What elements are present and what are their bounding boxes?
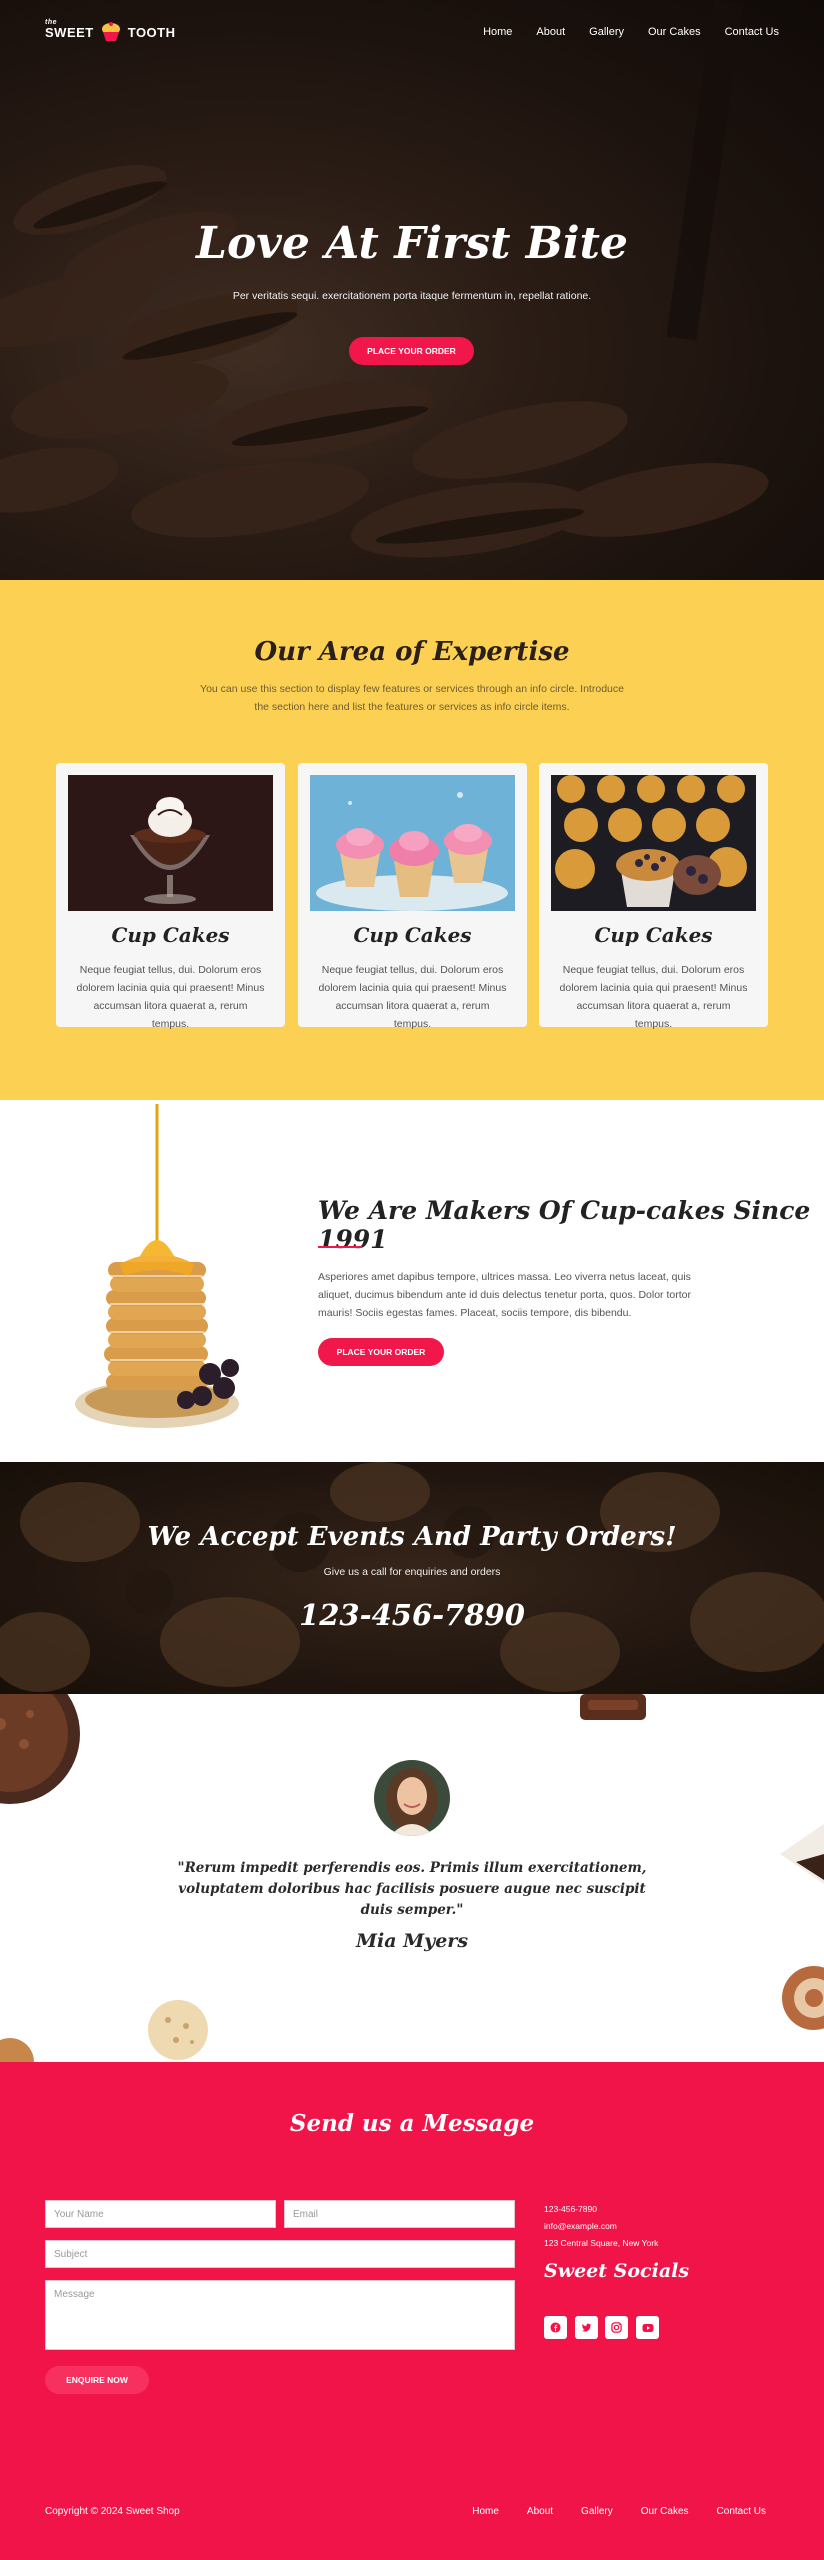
contact-section: Send us a Message Your Name Email Subjec… (0, 2062, 824, 2560)
expertise-section: Our Area of Expertise You can use this s… (0, 580, 824, 1100)
hero-order-button[interactable]: PLACE YOUR ORDER (349, 337, 474, 365)
events-section: We Accept Events And Party Orders! Give … (0, 1462, 824, 1694)
footer-nav-contact-us[interactable]: Contact Us (717, 2506, 766, 2517)
decorative-roll-cake-image (782, 1966, 824, 2030)
footer-copyright: Copyright © 2024 Sweet Shop (45, 2506, 180, 2517)
makers-title: We Are Makers Of Cup-cakes Since 1991 (318, 1196, 811, 1254)
card-title: Cup Cakes (594, 923, 713, 947)
card-title: Cup Cakes (111, 923, 230, 947)
logo-text-left: SWEET (45, 24, 94, 40)
card-image-chocolate-dessert (68, 775, 273, 911)
enquire-button[interactable]: ENQUIRE NOW (45, 2366, 149, 2394)
site-logo[interactable]: the SWEET TOOTH (45, 19, 176, 42)
contact-phone[interactable]: 123-456-7890 (544, 2204, 597, 2214)
footer-nav-our-cakes[interactable]: Our Cakes (641, 2506, 689, 2517)
card-image-blueberry-muffins (551, 775, 756, 911)
contact-email[interactable]: info@example.com (544, 2221, 617, 2231)
expertise-card: Cup Cakes Neque feugiat tellus, dui. Dol… (539, 763, 768, 1030)
hero-subtitle: Per veritatis sequi. exercitationem port… (232, 290, 592, 302)
youtube-icon[interactable] (636, 2316, 659, 2339)
events-subtitle: Give us a call for enquiries and orders (323, 1566, 501, 1578)
makers-section: We Are Makers Of Cup-cakes Since 1991 As… (0, 1100, 824, 1462)
logo-text-right: TOOTH (127, 24, 176, 40)
events-title: We Accept Events And Party Orders! (147, 1522, 677, 1552)
message-textarea[interactable]: Message (45, 2280, 515, 2350)
name-input[interactable]: Your Name (45, 2200, 276, 2228)
nav-item-home[interactable]: Home (483, 26, 512, 38)
testimonial-author: Mia Myers (355, 1930, 469, 1952)
facebook-icon[interactable] (544, 2316, 567, 2339)
decorative-cookie-bowl-image (0, 1694, 80, 1804)
card-image-pink-cupcakes (310, 775, 515, 911)
twitter-icon[interactable] (575, 2316, 598, 2339)
card-text: Neque feugiat tellus, dui. Dolorum eros … (76, 964, 265, 1030)
expertise-card: Cup Cakes Neque feugiat tellus, dui. Dol… (298, 763, 527, 1030)
logo-prefix: the (45, 19, 57, 26)
decorative-cookie-image (0, 2038, 34, 2062)
instagram-icon[interactable] (605, 2316, 628, 2339)
card-title: Cup Cakes (353, 923, 472, 947)
card-text: Neque feugiat tellus, dui. Dolorum eros … (318, 964, 507, 1030)
footer-nav-gallery[interactable]: Gallery (581, 2506, 613, 2517)
makers-text: Asperiores amet dapibus tempore, ultrice… (318, 1271, 691, 1319)
decorative-truffle-image (148, 2000, 208, 2060)
decorative-chocolate-image (580, 1694, 646, 1720)
nav-item-our-cakes[interactable]: Our Cakes (648, 26, 701, 38)
nav-menu: Home About Gallery Our Cakes Contact Us (483, 26, 779, 38)
cupcake-logo-icon (101, 22, 120, 41)
events-phone-number[interactable]: 123-456-7890 (0, 1598, 824, 1632)
testimonial-section: "Rerum impedit perferendis eos. Primis i… (0, 1694, 824, 2062)
email-input[interactable]: Email (284, 2200, 515, 2228)
title-divider (318, 1246, 362, 1248)
pancake-stack-image (75, 1104, 239, 1428)
main-navigation: the SWEET TOOTH Home About Gallery Our C… (45, 19, 779, 44)
expertise-description: You can use this section to display few … (200, 683, 624, 713)
nav-item-about[interactable]: About (536, 26, 565, 38)
footer-nav-about[interactable]: About (527, 2506, 553, 2517)
testimonial-avatar (374, 1760, 450, 1836)
nav-item-gallery[interactable]: Gallery (589, 26, 624, 38)
expertise-card: Cup Cakes Neque feugiat tellus, dui. Dol… (56, 763, 285, 1030)
card-text: Neque feugiat tellus, dui. Dolorum eros … (559, 964, 748, 1030)
hero-title: Love At First Bite (196, 218, 628, 269)
nav-item-contact-us[interactable]: Contact Us (725, 26, 779, 38)
footer-navigation: Home About Gallery Our Cakes Contact Us (472, 2506, 766, 2517)
makers-order-button[interactable]: PLACE YOUR ORDER (318, 1338, 444, 1366)
subject-input[interactable]: Subject (45, 2240, 515, 2268)
testimonial-quote: "Rerum impedit perferendis eos. Primis i… (177, 1860, 647, 1918)
decorative-cake-slice-image (780, 1824, 824, 1884)
expertise-title: Our Area of Expertise (254, 637, 570, 667)
contact-address: 123 Central Square, New York (544, 2238, 659, 2248)
socials-title: Sweet Socials (544, 2260, 690, 2282)
hero-section: the SWEET TOOTH Home About Gallery Our C… (0, 0, 824, 580)
contact-title: Send us a Message (289, 2110, 535, 2137)
footer-nav-home[interactable]: Home (472, 2506, 499, 2517)
